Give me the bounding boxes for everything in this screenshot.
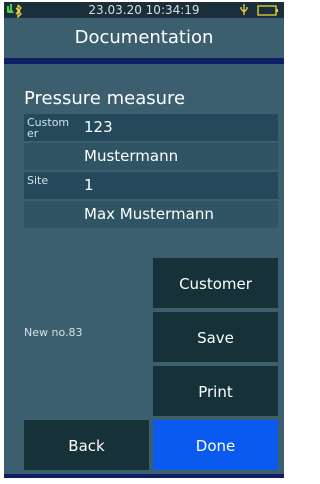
row-label-site: Site <box>27 175 49 187</box>
title-divider <box>4 58 284 64</box>
status-bar: 23.03.20 10:34:19 <box>4 2 284 19</box>
row-site[interactable]: Site 1 <box>24 172 278 199</box>
section-title: Pressure measure <box>24 88 186 109</box>
row-value-customer-no: 123 <box>84 118 113 136</box>
row-customer[interactable]: Custom er 123 <box>24 114 278 141</box>
customer-button[interactable]: Customer <box>153 258 278 308</box>
save-button[interactable]: Save <box>153 312 278 362</box>
row-label-customer: Custom er <box>27 117 70 140</box>
device-screen: 23.03.20 10:34:19 Documentation Pressure… <box>4 2 284 478</box>
row-value-site-no: 1 <box>84 176 94 194</box>
done-button[interactable]: Done <box>153 420 278 470</box>
print-button[interactable]: Print <box>153 366 278 416</box>
row-value-site-name: Max Mustermann <box>84 205 214 223</box>
back-button[interactable]: Back <box>24 420 149 470</box>
row-value-customer-name: Mustermann <box>84 147 179 165</box>
row-site-name[interactable]: Max Mustermann <box>24 201 278 228</box>
new-number-text: New no.83 <box>24 326 83 339</box>
usb-icon <box>240 4 248 15</box>
battery-icon <box>257 5 278 16</box>
row-customer-name[interactable]: Mustermann <box>24 143 278 170</box>
status-right-icons <box>238 2 280 18</box>
row-label-empty <box>27 146 79 170</box>
page-title: Documentation <box>4 18 284 58</box>
info-rows: Custom er 123 Mustermann Site 1 Max Must… <box>24 114 278 230</box>
row-label-empty-2 <box>27 204 79 228</box>
bottom-divider <box>4 474 284 478</box>
